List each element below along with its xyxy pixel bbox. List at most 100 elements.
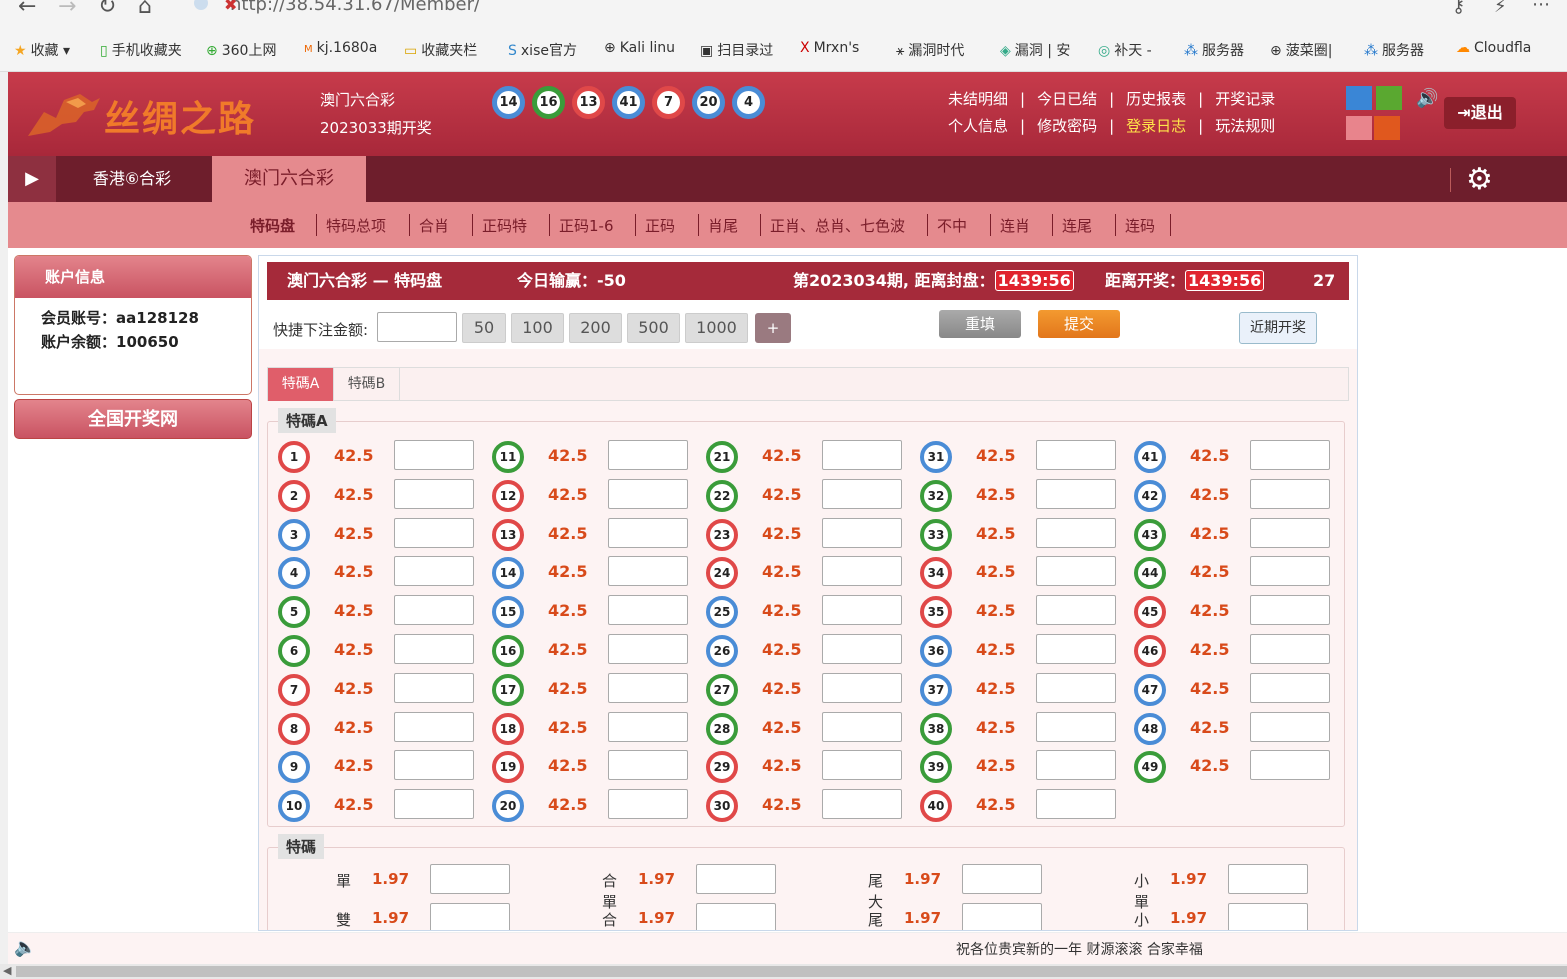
sidebar-toggle-icon[interactable]: ▶ bbox=[8, 156, 56, 202]
bet-input[interactable] bbox=[394, 634, 474, 664]
top-link[interactable]: 登录日志 bbox=[1126, 117, 1186, 135]
lightning-icon[interactable]: ⚡ bbox=[1494, 0, 1507, 17]
bookmark-item[interactable]: ⁂ 服务器 bbox=[1364, 40, 1424, 60]
bookmark-item[interactable]: Mkj.1680a bbox=[304, 40, 377, 56]
top-link[interactable]: 修改密码 bbox=[1037, 117, 1097, 135]
bet-input[interactable] bbox=[608, 595, 688, 626]
url-bar[interactable]: ✖ http://38.54.31.67/Member/ bbox=[180, 0, 1420, 20]
bet-input[interactable] bbox=[608, 440, 688, 470]
subnav-item[interactable]: 连尾 bbox=[1062, 215, 1092, 236]
bet-input[interactable] bbox=[822, 440, 902, 470]
bet-input[interactable] bbox=[1036, 634, 1116, 664]
subnav-item[interactable]: 正码1-6 bbox=[559, 215, 614, 236]
bet-input[interactable] bbox=[394, 517, 474, 548]
national-draw-button[interactable]: 全国开奖网 bbox=[14, 399, 252, 439]
theme-orange-swatch[interactable] bbox=[1374, 116, 1400, 140]
bet-input[interactable] bbox=[1250, 750, 1330, 781]
bet-input[interactable] bbox=[822, 478, 902, 509]
tab-macau[interactable]: 澳门六合彩 bbox=[212, 156, 366, 202]
amount-50-button[interactable]: 50 bbox=[462, 313, 506, 343]
subnav-item[interactable]: 正码 bbox=[645, 215, 675, 236]
amount-500-button[interactable]: 500 bbox=[627, 313, 680, 343]
bet-input[interactable] bbox=[822, 517, 902, 548]
bet-input[interactable] bbox=[608, 789, 688, 820]
bet-input[interactable] bbox=[394, 789, 474, 820]
bet-input[interactable] bbox=[1036, 517, 1116, 548]
forward-icon[interactable]: → bbox=[58, 0, 76, 19]
bet-input[interactable] bbox=[696, 903, 776, 930]
bookmark-item[interactable]: ⊕ 菠菜圈| bbox=[1270, 40, 1332, 60]
bookmark-item[interactable]: ◈ 漏洞 | 安 bbox=[1000, 40, 1070, 60]
bet-input[interactable] bbox=[822, 556, 902, 587]
bet-input[interactable] bbox=[1250, 556, 1330, 587]
theme-pink-swatch[interactable] bbox=[1346, 116, 1372, 140]
subnav-item[interactable]: 不中 bbox=[937, 215, 967, 236]
bet-input[interactable] bbox=[394, 672, 474, 703]
bet-input[interactable] bbox=[1036, 750, 1116, 781]
bookmark-item[interactable]: ⁂ 服务器 bbox=[1184, 40, 1244, 60]
bet-input[interactable] bbox=[1250, 595, 1330, 626]
bet-input[interactable] bbox=[1250, 478, 1330, 509]
add-amount-button[interactable]: + bbox=[755, 313, 791, 343]
bet-input[interactable] bbox=[394, 478, 474, 509]
bet-input[interactable] bbox=[394, 750, 474, 781]
bookmark-item[interactable]: ▣ 扫目录过 bbox=[700, 40, 773, 60]
bet-input[interactable] bbox=[1036, 711, 1116, 742]
subnav-item[interactable]: 特码盘 bbox=[250, 215, 295, 236]
bet-input[interactable] bbox=[822, 595, 902, 626]
back-icon[interactable]: ← bbox=[18, 0, 36, 19]
bet-input[interactable] bbox=[1036, 789, 1116, 820]
bookmark-item[interactable]: ▯ 手机收藏夹 bbox=[100, 40, 182, 60]
bet-input[interactable] bbox=[608, 711, 688, 742]
amount-1000-button[interactable]: 1000 bbox=[685, 313, 748, 343]
bookmark-item[interactable]: ☁ Cloudfla bbox=[1456, 40, 1531, 56]
subnav-item[interactable]: 特码总项 bbox=[326, 215, 386, 236]
top-link[interactable]: 开奖记录 bbox=[1215, 90, 1275, 108]
home-icon[interactable]: ⌂ bbox=[138, 0, 152, 19]
bet-input[interactable] bbox=[1036, 556, 1116, 587]
subnav-item[interactable]: 正肖、总肖、七色波 bbox=[770, 215, 905, 236]
tab-hk[interactable]: 香港⑥合彩 bbox=[66, 156, 198, 202]
top-link[interactable]: 今日已结 bbox=[1037, 90, 1097, 108]
bookmark-item[interactable]: ⊕ 360上网 bbox=[206, 40, 276, 60]
bet-input[interactable] bbox=[822, 672, 902, 703]
bookmark-item[interactable]: ⚹ 漏洞时代 bbox=[896, 40, 964, 60]
bet-input[interactable] bbox=[608, 634, 688, 664]
bet-input[interactable] bbox=[1036, 672, 1116, 703]
subnav-item[interactable]: 连肖 bbox=[1000, 215, 1030, 236]
bet-input[interactable] bbox=[1250, 634, 1330, 664]
bet-input[interactable] bbox=[394, 595, 474, 626]
bet-input[interactable] bbox=[1036, 595, 1116, 626]
quick-bet-input[interactable] bbox=[377, 312, 457, 342]
subnav-item[interactable]: 正码特 bbox=[482, 215, 527, 236]
subnav-item[interactable]: 连码 bbox=[1125, 215, 1155, 236]
bookmark-item[interactable]: ▭ 收藏夹栏 bbox=[404, 40, 477, 60]
bet-input[interactable] bbox=[608, 517, 688, 548]
bookmark-item[interactable]: X Mrxn's bbox=[800, 40, 859, 56]
bet-input[interactable] bbox=[696, 864, 776, 894]
amount-100-button[interactable]: 100 bbox=[511, 313, 564, 343]
bet-input[interactable] bbox=[822, 634, 902, 664]
bet-input[interactable] bbox=[394, 556, 474, 587]
scrollbar-thumb[interactable] bbox=[16, 966, 1567, 977]
bet-input[interactable] bbox=[1250, 440, 1330, 470]
mute-speaker-icon[interactable]: 🔈 bbox=[14, 937, 36, 958]
bet-input[interactable] bbox=[822, 711, 902, 742]
bet-input[interactable] bbox=[1036, 440, 1116, 470]
amount-200-button[interactable]: 200 bbox=[569, 313, 622, 343]
bet-input[interactable] bbox=[1036, 478, 1116, 509]
reset-button[interactable]: 重填 bbox=[939, 310, 1021, 338]
more-icon[interactable]: ⋯ bbox=[1532, 0, 1550, 15]
top-link[interactable]: 玩法规则 bbox=[1215, 117, 1275, 135]
logout-button[interactable]: ⇥退出 bbox=[1444, 97, 1516, 129]
scroll-left-icon[interactable]: ◀ bbox=[3, 964, 11, 977]
speaker-icon[interactable]: 🔊 bbox=[1416, 88, 1438, 109]
bet-input[interactable] bbox=[1228, 864, 1308, 894]
tab-tema-a[interactable]: 特碼A bbox=[268, 368, 334, 401]
bet-input[interactable] bbox=[394, 711, 474, 742]
bet-input[interactable] bbox=[608, 556, 688, 587]
bet-input[interactable] bbox=[394, 440, 474, 470]
bet-input[interactable] bbox=[962, 864, 1042, 894]
bet-input[interactable] bbox=[1228, 903, 1308, 930]
bookmark-item[interactable]: ◎ 补天 - bbox=[1098, 40, 1152, 60]
